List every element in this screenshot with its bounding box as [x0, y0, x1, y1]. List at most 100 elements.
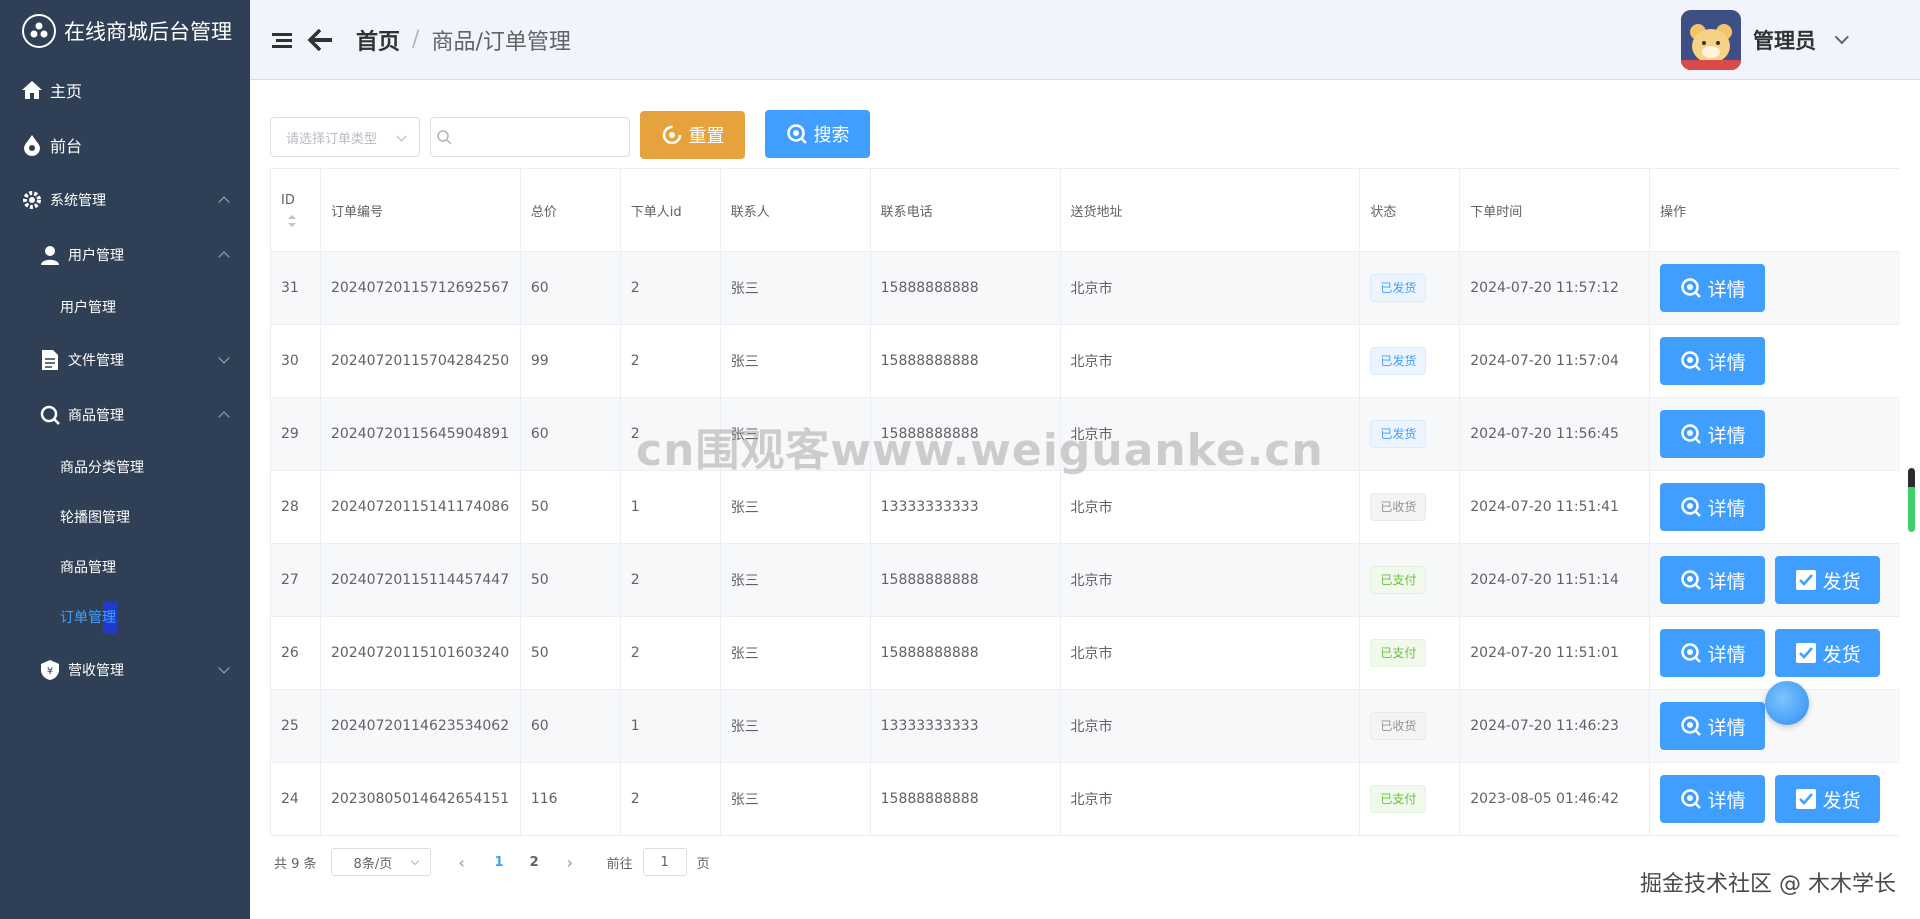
cell-time: 2024-07-20 11:51:01 — [1460, 617, 1651, 689]
sidebar-item-label: 用户管理 — [60, 300, 116, 316]
cell-phone: 13333333333 — [871, 471, 1061, 543]
cell-id: 29 — [271, 398, 321, 470]
search-icon — [786, 124, 807, 144]
page-size-select[interactable]: 8条/页 — [330, 848, 431, 876]
status-badge: 已发货 — [1370, 420, 1427, 448]
cell-no: 20240720114623534062 — [321, 690, 521, 762]
collapse-arrow-icon[interactable] — [306, 27, 334, 53]
column-header: 下单人id — [621, 169, 721, 251]
menu-toggle-icon[interactable] — [272, 31, 294, 49]
search-input[interactable] — [430, 117, 630, 157]
cell-contact: 张三 — [721, 325, 871, 397]
cell-no: 20240720115645904891 — [321, 398, 521, 470]
checkbox-icon — [1795, 570, 1816, 590]
sidebar-item-goods-group[interactable]: 商品管理 — [0, 387, 250, 442]
detail-button[interactable]: 详情 — [1660, 483, 1766, 531]
floating-assistant-button[interactable] — [1765, 681, 1809, 725]
column-header: 联系人 — [721, 169, 871, 251]
column-header: 状态 — [1360, 169, 1461, 251]
search-label: 搜索 — [813, 125, 850, 146]
column-header-id[interactable]: ID — [271, 169, 321, 251]
cell-no: 20240720115141174086 — [321, 471, 521, 543]
breadcrumb-home[interactable]: 首页 — [356, 24, 400, 56]
search-icon — [1680, 424, 1701, 444]
cell-contact: 张三 — [721, 617, 871, 689]
prev-page-button[interactable]: ‹ — [459, 853, 469, 872]
cell-status: 已发货 — [1360, 325, 1461, 397]
avatar[interactable] — [1681, 10, 1741, 70]
detail-button[interactable]: 详情 — [1660, 264, 1766, 312]
chevron-up-icon — [218, 250, 230, 263]
user-name[interactable]: 管理员 — [1753, 25, 1816, 55]
table-row: 27 20240720115114457447 50 2 张三 15888888888 北京… — [271, 544, 1900, 617]
page-1-button[interactable]: 1 — [495, 855, 504, 870]
cell-phone: 15888888888 — [871, 544, 1061, 616]
cell-addr: 北京市 — [1061, 690, 1361, 762]
checkbox-icon — [1795, 643, 1816, 663]
cell-actions: 详情 — [1650, 325, 1900, 397]
sidebar-item-revenue[interactable]: ¥ 营收管理 — [0, 642, 250, 697]
cell-phone: 13333333333 — [871, 690, 1061, 762]
sidebar-item-file[interactable]: 文件管理 — [0, 332, 250, 387]
status-badge: 已支付 — [1370, 639, 1427, 667]
ship-button[interactable]: 发货 — [1775, 775, 1881, 823]
sidebar-item-home[interactable]: 主页 — [0, 62, 250, 117]
status-badge: 已收货 — [1370, 493, 1427, 521]
detail-button[interactable]: 详情 — [1660, 702, 1766, 750]
sort-icon[interactable] — [287, 214, 297, 228]
next-page-button[interactable]: › — [567, 853, 577, 872]
chevron-up-icon — [218, 410, 230, 423]
column-header: 总价 — [521, 169, 621, 251]
column-header: 送货地址 — [1061, 169, 1361, 251]
cell-id: 26 — [271, 617, 321, 689]
page-jump-input[interactable]: 1 — [642, 848, 687, 876]
table-row: 26 20240720115101603240 50 2 张三 15888888888 北京… — [271, 617, 1900, 690]
cell-no: 20240720115712692567 — [321, 252, 521, 324]
sidebar-item-category[interactable]: 商品分类管理 — [0, 442, 250, 492]
cell-uid: 2 — [621, 617, 721, 689]
cell-id: 24 — [271, 763, 321, 835]
ship-button[interactable]: 发货 — [1775, 629, 1881, 677]
chevron-down-icon — [218, 351, 230, 364]
cell-contact: 张三 — [721, 544, 871, 616]
breadcrumb-current: 商品/订单管理 — [431, 29, 571, 55]
page-2-button[interactable]: 2 — [530, 855, 539, 870]
sidebar-item-orders[interactable]: 订单管理 — [0, 592, 250, 642]
chevron-down-icon — [396, 131, 407, 142]
user-menu[interactable]: 管理员 — [1681, 10, 1849, 70]
reset-button[interactable]: 重置 — [640, 111, 745, 159]
ship-button[interactable]: 发货 — [1775, 556, 1881, 604]
sidebar-item-label: 商品分类管理 — [60, 460, 144, 476]
gear-icon — [20, 188, 44, 212]
sidebar-item-label: 文件管理 — [68, 352, 124, 369]
sidebar-item-user-group[interactable]: 用户管理 — [0, 227, 250, 282]
cell-uid: 2 — [621, 544, 721, 616]
column-header: 下单时间 — [1460, 169, 1651, 251]
table-row: 25 20240720114623534062 60 1 张三 13333333333 北京… — [271, 690, 1900, 763]
brand: 在线商城后台管理 — [0, 0, 250, 62]
detail-button[interactable]: 详情 — [1660, 337, 1766, 385]
sidebar-item-frontend[interactable]: 前台 — [0, 117, 250, 172]
brand-title: 在线商城后台管理 — [64, 20, 232, 44]
chevron-down-icon — [410, 856, 419, 866]
sidebar-item-user-manage[interactable]: 用户管理 — [0, 282, 250, 332]
sidebar: 在线商城后台管理 主页 前台 系统管理 用户管理 用户管理 文件管理 商品管理 … — [0, 0, 250, 919]
status-badge: 已支付 — [1370, 566, 1427, 594]
order-type-select[interactable]: 请选择订单类型 — [270, 117, 420, 157]
sidebar-item-system[interactable]: 系统管理 — [0, 172, 250, 227]
cell-addr: 北京市 — [1061, 617, 1361, 689]
detail-button[interactable]: 详情 — [1660, 775, 1766, 823]
cell-total: 50 — [521, 617, 621, 689]
detail-button[interactable]: 详情 — [1660, 629, 1766, 677]
status-badge: 已发货 — [1370, 274, 1427, 302]
detail-button[interactable]: 详情 — [1660, 410, 1766, 458]
search-button[interactable]: 搜索 — [765, 110, 870, 158]
sidebar-item-label: 订单管理 — [60, 610, 116, 626]
table-header: ID 订单编号 总价 下单人id 联系人 联系电话 送货地址 状态 下单时间 操… — [271, 169, 1900, 252]
detail-button[interactable]: 详情 — [1660, 556, 1766, 604]
sidebar-item-carousel[interactable]: 轮播图管理 — [0, 492, 250, 542]
sidebar-item-goods[interactable]: 商品管理 — [0, 542, 250, 592]
status-badge: 已支付 — [1370, 785, 1427, 813]
cell-total: 60 — [521, 398, 621, 470]
chevron-down-icon[interactable] — [1834, 30, 1849, 45]
